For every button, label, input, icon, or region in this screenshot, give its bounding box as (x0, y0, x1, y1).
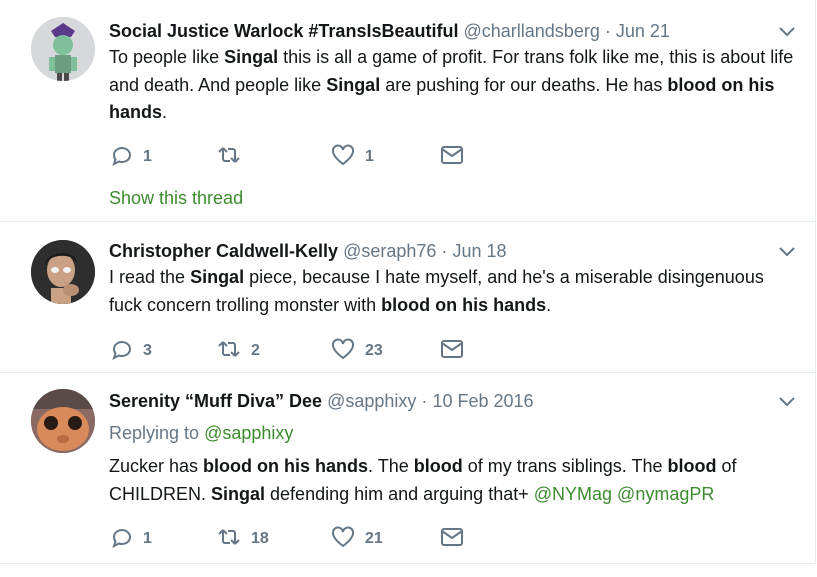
retweet-button[interactable] (217, 145, 251, 169)
replying-to: Replying to @sapphixy (109, 421, 293, 445)
dm-button[interactable] (440, 339, 464, 363)
like-count: 23 (365, 342, 383, 359)
replying-to-label: Replying to (109, 423, 200, 443)
username[interactable]: @sapphixy (327, 391, 416, 411)
reply-icon (109, 525, 133, 554)
reply-count: 1 (143, 148, 152, 165)
tweet[interactable]: Serenity “Muff Diva” Dee @sapphixy · 10 … (0, 373, 816, 564)
username[interactable]: @charllandsberg (463, 21, 599, 41)
retweet-icon (217, 337, 241, 366)
like-icon (331, 337, 355, 366)
tweet-header: Serenity “Muff Diva” Dee @sapphixy · 10 … (109, 389, 534, 413)
text-segment: . (546, 294, 552, 315)
timestamp[interactable]: Jun 18 (452, 241, 506, 261)
like-button[interactable]: 23 (331, 337, 383, 366)
dm-button[interactable] (440, 145, 464, 169)
text-segment: Zucker has (109, 456, 204, 476)
text-segment: defending him and arguing that+ (265, 483, 534, 504)
like-icon (331, 143, 355, 172)
retweet-icon (217, 143, 241, 172)
timestamp[interactable]: 10 Feb 2016 (432, 391, 533, 411)
tweet-header: Christopher Caldwell-Kelly @seraph76 · J… (109, 239, 506, 263)
tweet-text: To people like Singal this is all a game… (109, 44, 799, 127)
retweet-button[interactable]: 18 (217, 527, 269, 551)
dm-icon (440, 337, 464, 366)
tweet-actions: 3 2 23 (109, 337, 509, 366)
tweet[interactable]: Social Justice Warlock #TransIsBeautiful… (0, 0, 816, 222)
highlighted-text: blood on his hands (203, 456, 369, 476)
reply-count: 1 (143, 530, 152, 547)
separator-dot: · (441, 241, 448, 261)
tweet-actions: 1 1 (109, 143, 509, 172)
text-segment: of my trans siblings. The (462, 456, 668, 476)
highlighted-text: blood (667, 456, 717, 476)
mention-link[interactable]: @NYMag (534, 484, 612, 504)
avatar[interactable] (31, 17, 95, 81)
tweet-header: Social Justice Warlock #TransIsBeautiful… (109, 19, 670, 43)
display-name[interactable]: Christopher Caldwell-Kelly (109, 241, 338, 261)
chevron-down-icon[interactable] (777, 242, 797, 262)
reply-button[interactable]: 1 (109, 527, 152, 551)
highlighted-text: Singal (211, 483, 266, 504)
replying-to-link[interactable]: @sapphixy (204, 423, 293, 443)
text-segment: . (162, 102, 168, 122)
timestamp[interactable]: Jun 21 (616, 21, 670, 41)
tweet[interactable]: Christopher Caldwell-Kelly @seraph76 · J… (0, 222, 816, 373)
highlighted-text: blood (413, 456, 463, 476)
like-button[interactable]: 21 (331, 525, 383, 554)
like-count: 21 (365, 530, 383, 547)
retweet-button[interactable]: 2 (217, 339, 260, 363)
dm-icon (440, 525, 464, 554)
text-segment: . The (368, 456, 414, 476)
tweet-text: I read the Singal piece, because I hate … (109, 264, 799, 319)
chevron-down-icon[interactable] (777, 22, 797, 42)
text-segment: are pushing for our deaths. He has (380, 74, 668, 95)
text-segment: To people like (109, 47, 225, 67)
tweet-text: Zucker has blood on his hands. The blood… (109, 453, 799, 508)
display-name[interactable]: Serenity “Muff Diva” Dee (109, 391, 322, 411)
like-count: 1 (365, 148, 374, 165)
dm-icon (440, 143, 464, 172)
dm-button[interactable] (440, 527, 464, 551)
timeline-feed: Social Justice Warlock #TransIsBeautiful… (0, 0, 817, 577)
like-button[interactable]: 1 (331, 143, 374, 172)
text-segment: I read the (109, 267, 191, 287)
show-thread-link[interactable]: Show this thread (109, 186, 243, 210)
mention-link[interactable]: @nymagPR (617, 484, 714, 504)
retweet-count: 2 (251, 342, 260, 359)
avatar[interactable] (31, 240, 95, 304)
reply-icon (109, 337, 133, 366)
tweet-actions: 1 18 21 (109, 525, 509, 554)
display-name[interactable]: Social Justice Warlock #TransIsBeautiful (109, 21, 458, 41)
like-icon (331, 525, 355, 554)
retweet-icon (217, 525, 241, 554)
highlighted-text: Singal (326, 74, 381, 95)
reply-count: 3 (143, 342, 152, 359)
reply-button[interactable]: 1 (109, 145, 152, 169)
separator-dot: · (421, 391, 428, 411)
retweet-count: 18 (251, 530, 269, 547)
highlighted-text: Singal (190, 267, 245, 287)
highlighted-text: blood on his hands (381, 294, 547, 315)
chevron-down-icon[interactable] (777, 392, 797, 412)
separator-dot: · (604, 21, 611, 41)
username[interactable]: @seraph76 (343, 241, 436, 261)
reply-button[interactable]: 3 (109, 339, 152, 363)
avatar[interactable] (31, 389, 95, 453)
highlighted-text: Singal (224, 47, 279, 67)
reply-icon (109, 143, 133, 172)
